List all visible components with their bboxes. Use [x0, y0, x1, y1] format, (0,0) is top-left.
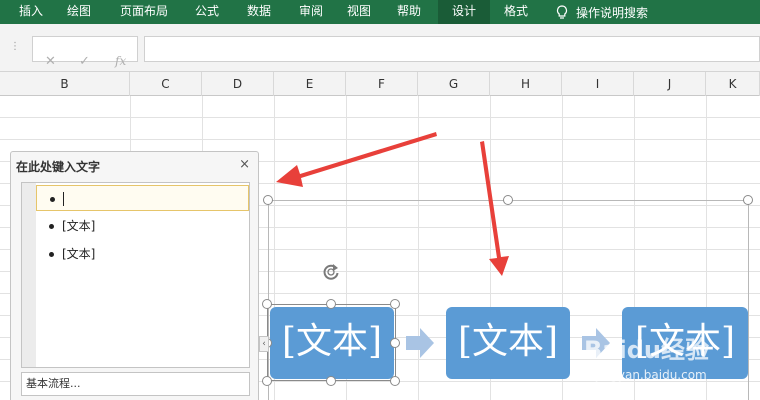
tab-data[interactable]: 数据	[238, 0, 280, 24]
list-gutter	[22, 183, 36, 367]
column-header-b[interactable]: B	[0, 72, 130, 96]
column-header-k[interactable]: K	[706, 72, 760, 96]
text-pane-title: 在此处键入文字	[16, 160, 101, 174]
baidu-watermark-url: jingyan.baidu.com	[596, 368, 707, 382]
column-header-j[interactable]: J	[634, 72, 706, 96]
column-header-d[interactable]: D	[202, 72, 274, 96]
bullet-item-3[interactable]: [文本]	[36, 241, 249, 267]
column-header-row: B C D E F G H I J K	[0, 72, 760, 96]
insert-function-button[interactable]: fx	[115, 54, 126, 68]
layout-name-link[interactable]: 基本流程...	[21, 372, 250, 396]
tab-insert[interactable]: 插入	[10, 0, 52, 24]
tab-format[interactable]: 格式	[492, 0, 540, 24]
shape-handle[interactable]	[262, 376, 272, 386]
column-header-h[interactable]: H	[490, 72, 562, 96]
shape-handle[interactable]	[390, 376, 400, 386]
smartart-box-2[interactable]: [文本]	[446, 307, 570, 379]
bullet-icon	[50, 197, 55, 202]
resize-handle[interactable]	[263, 195, 273, 205]
smartart-text-pane: 在此处键入文字 × [文本] [文本] 基本流程...	[10, 151, 259, 400]
text-pane-list: [文本] [文本]	[21, 182, 250, 368]
close-icon[interactable]: ×	[239, 157, 250, 172]
bullet-item-2[interactable]: [文本]	[36, 213, 249, 239]
bullet-text: [文本]	[62, 247, 96, 261]
shape-handle[interactable]	[326, 376, 336, 386]
text-cursor	[63, 192, 64, 206]
tab-review[interactable]: 审阅	[290, 0, 332, 24]
bullet-icon	[49, 224, 54, 229]
tell-me-label: 操作说明搜索	[576, 5, 649, 20]
ribbon-tab-bar: 插入 绘图 页面布局 公式 数据 审阅 视图 帮助 设计 格式 操作说明搜索	[0, 0, 760, 24]
excel-window: 插入 绘图 页面布局 公式 数据 审阅 视图 帮助 设计 格式 操作说明搜索 ⋮…	[0, 0, 760, 400]
text-pane-toggle-button[interactable]: ‹	[259, 336, 269, 352]
flow-arrow-1	[406, 328, 434, 358]
tab-design[interactable]: 设计	[438, 0, 490, 24]
rotate-handle-icon[interactable]	[321, 262, 341, 282]
shape-selection-outline	[267, 304, 396, 381]
shape-handle[interactable]	[390, 338, 400, 348]
tab-formulas[interactable]: 公式	[186, 0, 228, 24]
cancel-icon[interactable]: ✕	[45, 54, 56, 69]
tab-draw[interactable]: 绘图	[58, 0, 100, 24]
resize-handle[interactable]	[743, 195, 753, 205]
grip-icon: ⋮	[10, 41, 20, 52]
column-header-f[interactable]: F	[346, 72, 418, 96]
formula-input[interactable]	[144, 36, 760, 62]
column-header-e[interactable]: E	[274, 72, 346, 96]
bullet-icon	[49, 252, 54, 257]
tab-page-layout[interactable]: 页面布局	[110, 0, 178, 24]
bullet-item-1[interactable]	[36, 185, 249, 211]
tab-help[interactable]: 帮助	[388, 0, 430, 24]
resize-handle[interactable]	[503, 195, 513, 205]
tell-me-search[interactable]: 操作说明搜索	[556, 0, 648, 24]
column-header-c[interactable]: C	[130, 72, 202, 96]
column-header-i[interactable]: I	[562, 72, 634, 96]
formula-bar: ⋮ ✕ ✓ fx	[0, 24, 760, 72]
baidu-watermark: Baidu经验	[584, 336, 709, 364]
enter-icon[interactable]: ✓	[79, 54, 90, 69]
shape-handle[interactable]	[390, 299, 400, 309]
column-header-g[interactable]: G	[418, 72, 490, 96]
name-box-area: ✕ ✓ fx	[32, 36, 138, 69]
tab-view[interactable]: 视图	[338, 0, 380, 24]
lightbulb-icon	[556, 4, 568, 19]
shape-handle[interactable]	[262, 299, 272, 309]
bullet-text: [文本]	[62, 219, 96, 233]
shape-handle[interactable]	[326, 299, 336, 309]
